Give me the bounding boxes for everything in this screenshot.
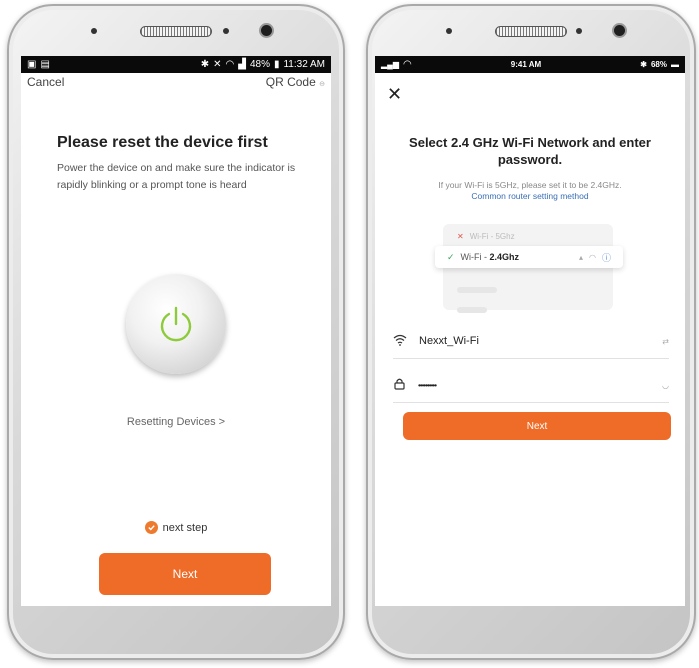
sensor-dot <box>91 28 97 34</box>
sensor-dot <box>223 28 229 34</box>
gallery-icon: ▣ <box>27 59 37 70</box>
bluetooth-icon: ✱ <box>640 60 647 69</box>
toggle-switch-icon: ⊖ <box>319 81 325 88</box>
placeholder-bar <box>457 287 497 293</box>
notification-icon: ▤ <box>40 59 50 70</box>
cross-icon: ✕ <box>457 231 464 241</box>
page-title: Select 2.4 GHz Wi-Fi Network and enter p… <box>409 135 651 167</box>
password-input[interactable]: •••••••••• <box>418 381 650 390</box>
resetting-devices-link[interactable]: Resetting Devices > <box>21 416 331 428</box>
status-bar: ▣ ▤ ✱ ✕ ◠ ▟ 48% ▮ 11:32 AM <box>21 56 331 73</box>
show-password-icon[interactable]: ◡ <box>662 381 669 390</box>
qr-code-label: QR Code <box>265 75 316 89</box>
status-bar: ▂▄▆ ◠ 9:41 AM ✱ 68% ▬ <box>375 56 685 73</box>
power-icon <box>160 306 192 342</box>
battery-icon: ▬ <box>670 60 679 69</box>
qr-code-button[interactable]: QR Code ⊖ <box>266 75 325 89</box>
signal-icon: ▟ <box>238 59 246 70</box>
placeholder-bar <box>457 307 487 313</box>
hint-text: If your Wi-Fi is 5GHz, please set it to … <box>438 180 622 190</box>
speaker-grille <box>495 26 567 37</box>
wifi-icon <box>393 333 407 349</box>
battery-percent: 68% <box>650 60 667 69</box>
next-step-confirm[interactable]: next step <box>21 521 331 534</box>
ssid-value[interactable]: Nexxt_Wi-Fi <box>419 335 650 347</box>
device-power-illustration <box>126 274 226 374</box>
lock-icon <box>393 377 406 393</box>
iphone-frame: ▂▄▆ ◠ 9:41 AM ✱ 68% ▬ ✕ Select 2.4 GHz W… <box>366 4 696 660</box>
sensor-dot <box>446 28 452 34</box>
signal-icon: ▂▄▆ <box>381 60 399 69</box>
battery-icon: ▮ <box>273 59 280 70</box>
wifi-band-illustration: ✕ Wi-Fi - 5Ghz ✓ Wi-Fi - 2.4Ghz ▴ ◠ ⓘ <box>435 224 623 313</box>
lock-icon: ▴ <box>578 252 583 262</box>
wifi-icon: ◠ <box>402 59 412 70</box>
battery-percent: 48% <box>249 59 270 70</box>
wifi-icon: ◠ <box>225 59 235 70</box>
info-icon: ⓘ <box>601 252 611 263</box>
switch-network-icon[interactable]: ⇄ <box>662 337 669 346</box>
cancel-button[interactable]: Cancel <box>27 75 64 89</box>
reset-device-screen: ▣ ▤ ✱ ✕ ◠ ▟ 48% ▮ 11:32 AM Cancel QR Cod… <box>21 56 331 606</box>
check-icon: ✓ <box>447 251 455 262</box>
wifi-password-field[interactable]: •••••••••• ◡ <box>393 368 669 403</box>
next-step-label: next step <box>162 521 208 534</box>
router-setting-link[interactable]: Common router setting method <box>389 191 671 202</box>
bluetooth-icon: ✱ <box>200 59 210 70</box>
wifi-5ghz-row: Wi-Fi - 5Ghz <box>469 231 515 241</box>
front-camera <box>261 25 272 36</box>
close-icon[interactable]: ✕ <box>387 84 402 105</box>
next-button[interactable]: Next <box>403 412 671 440</box>
clock: 11:32 AM <box>283 59 325 70</box>
wifi-setup-screen: ▂▄▆ ◠ 9:41 AM ✱ 68% ▬ ✕ Select 2.4 GHz W… <box>375 56 685 606</box>
hint-text-block: If your Wi-Fi is 5GHz, please set it to … <box>375 180 685 202</box>
wifi-icon: ◠ <box>589 252 596 262</box>
android-phone-frame: ▣ ▤ ✱ ✕ ◠ ▟ 48% ▮ 11:32 AM Cancel QR Cod… <box>7 4 345 660</box>
instruction-text: Power the device on and make sure the in… <box>57 162 296 191</box>
wifi-ssid-field[interactable]: Nexxt_Wi-Fi ⇄ <box>393 324 669 359</box>
clock: 9:41 AM <box>510 60 542 69</box>
speaker-grille <box>140 26 212 37</box>
mute-icon: ✕ <box>213 59 222 70</box>
top-nav: Cancel QR Code ⊖ <box>21 73 331 91</box>
sensor-dot <box>576 28 582 34</box>
front-camera <box>614 25 625 36</box>
checkbox-checked-icon[interactable] <box>144 521 158 534</box>
next-button[interactable]: Next <box>99 553 271 595</box>
page-title: Please reset the device first <box>57 134 268 151</box>
wifi-24ghz-row: ✓ Wi-Fi - 2.4Ghz ▴ ◠ ⓘ <box>435 246 623 268</box>
